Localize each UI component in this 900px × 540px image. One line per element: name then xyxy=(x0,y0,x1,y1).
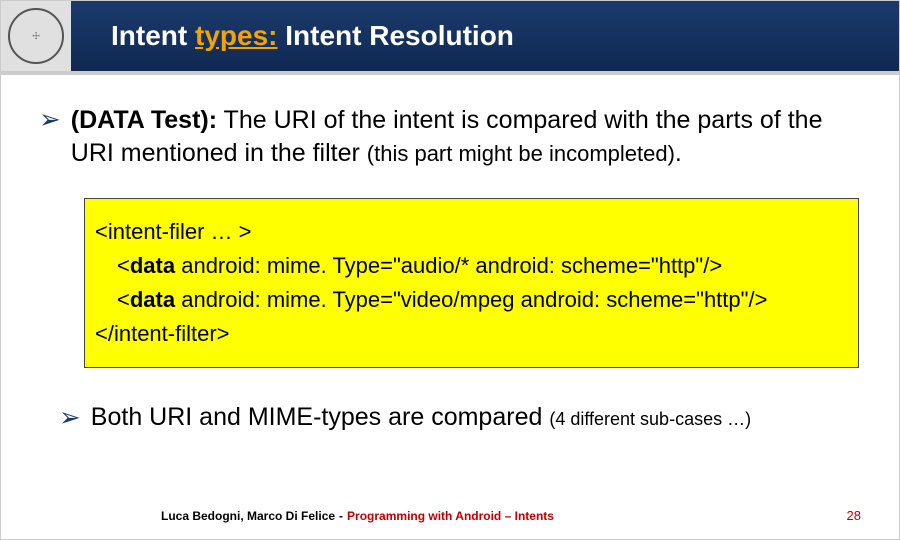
bullet-text: (DATA Test): The URI of the intent is co… xyxy=(71,104,869,170)
slide: ☩ Intent types: Intent Resolution ➢ (DAT… xyxy=(0,0,900,540)
note-main: Both URI and MIME-types are compared xyxy=(91,403,550,431)
footer-topic: Programming with Android – Intents xyxy=(347,509,554,523)
page-number: 28 xyxy=(847,508,861,523)
footer-dash: - xyxy=(339,509,343,523)
title-accent: types: xyxy=(195,20,277,51)
header-divider xyxy=(1,71,899,75)
code-line-2: <data android: mime. Type="audio/* andro… xyxy=(95,249,848,283)
bullet-dot: . xyxy=(675,139,682,167)
bullet-1: ➢ (DATA Test): The URI of the intent is … xyxy=(39,104,869,170)
title-suffix: Intent Resolution xyxy=(277,20,513,51)
footer: Luca Bedogni, Marco Di Felice - Programm… xyxy=(1,509,899,523)
slide-title: Intent types: Intent Resolution xyxy=(111,20,514,52)
code-line-4: </intent-filter> xyxy=(95,317,848,351)
header-bar: ☩ Intent types: Intent Resolution xyxy=(1,1,899,71)
bullet-lead: (DATA Test): xyxy=(71,106,217,134)
footer-authors: Luca Bedogni, Marco Di Felice xyxy=(161,509,335,523)
code-line-1: <intent-filer … > xyxy=(95,215,848,249)
code-line-2-rest: android: mime. Type="audio/* android: sc… xyxy=(175,253,722,278)
code-line-2-tag: data xyxy=(130,253,175,278)
university-seal-icon: ☩ xyxy=(1,1,71,71)
note-text: Both URI and MIME-types are compared (4 … xyxy=(91,402,751,434)
bullet-paren: (this part might be incompleted) xyxy=(367,141,675,166)
code-line-2-pre: < xyxy=(117,253,130,278)
seal-circle-icon: ☩ xyxy=(8,8,64,64)
title-prefix: Intent xyxy=(111,20,195,51)
code-line-3-pre: < xyxy=(117,287,130,312)
bullet-marker-icon: ➢ xyxy=(39,104,61,134)
note-paren: (4 different sub-cases …) xyxy=(549,409,751,429)
code-line-3-tag: data xyxy=(130,287,175,312)
bullet-2: ➢ Both URI and MIME-types are compared (… xyxy=(59,402,869,434)
code-line-3-rest: android: mime. Type="video/mpeg android:… xyxy=(175,287,767,312)
code-box: <intent-filer … > <data android: mime. T… xyxy=(84,198,859,368)
code-line-3: <data android: mime. Type="video/mpeg an… xyxy=(95,283,848,317)
bullet-marker-icon: ➢ xyxy=(59,402,81,432)
content-area: ➢ (DATA Test): The URI of the intent is … xyxy=(39,96,869,434)
